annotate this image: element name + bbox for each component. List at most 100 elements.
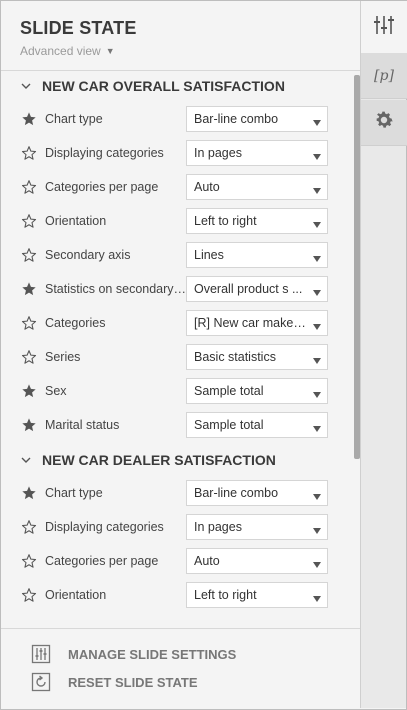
slide-state-panel: SLIDE STATE Advanced view ▼ NEW CAR OVER… — [1, 1, 360, 709]
setting-label: Categories per page — [45, 180, 159, 194]
section-title: NEW CAR OVERALL SATISFACTION — [42, 78, 285, 94]
dropdown-arrow-icon — [313, 285, 321, 299]
settings-tab[interactable] — [361, 100, 407, 146]
select-value: In pages — [194, 520, 242, 534]
section-title: NEW CAR DEALER SATISFACTION — [42, 452, 276, 468]
setting-select[interactable]: Sample total — [186, 378, 328, 404]
star-outline-icon[interactable] — [20, 314, 38, 332]
select-value: Overall product s ... — [194, 282, 303, 296]
setting-select[interactable]: Auto — [186, 548, 328, 574]
dropdown-arrow-icon — [313, 387, 321, 401]
setting-label: Orientation — [45, 588, 107, 602]
dropdown-arrow-icon — [313, 353, 321, 367]
manage-slide-settings-label: MANAGE SLIDE SETTINGS — [68, 646, 237, 662]
sliders-icon — [30, 643, 52, 665]
manage-slide-settings-button[interactable]: MANAGE SLIDE SETTINGS — [30, 643, 236, 665]
section-header-overall-satisfaction[interactable]: NEW CAR OVERALL SATISFACTION — [20, 78, 285, 94]
setting-label: Statistics on secondary ... — [45, 282, 187, 296]
sliders-icon — [373, 14, 395, 41]
dropdown-arrow-icon — [313, 591, 321, 605]
dropdown-arrow-icon — [313, 183, 321, 197]
star-outline-icon[interactable] — [20, 144, 38, 162]
slide-state-tab[interactable] — [361, 1, 407, 53]
setting-select[interactable]: In pages — [186, 514, 328, 540]
setting-select[interactable]: Bar-line combo — [186, 480, 328, 506]
star-outline-icon[interactable] — [20, 246, 38, 264]
setting-select[interactable]: Left to right — [186, 208, 328, 234]
select-value: Sample total — [194, 418, 264, 432]
right-toolbar: [p] — [360, 1, 407, 708]
panel-footer: MANAGE SLIDE SETTINGS RESET SLIDE STATE — [1, 629, 360, 709]
select-value: Left to right — [194, 214, 257, 228]
star-filled-icon[interactable] — [20, 382, 38, 400]
dropdown-arrow-icon — [313, 217, 321, 231]
chevron-down-icon — [20, 454, 32, 466]
setting-select[interactable]: Lines — [186, 242, 328, 268]
setting-label: Chart type — [45, 486, 103, 500]
setting-label: Categories — [45, 316, 106, 330]
setting-label: Displaying categories — [45, 520, 164, 534]
setting-label: Marital status — [45, 418, 120, 432]
star-outline-icon[interactable] — [20, 348, 38, 366]
setting-row: Categories per page Auto — [20, 548, 330, 574]
dropdown-arrow-icon — [313, 421, 321, 435]
setting-row: Orientation Left to right — [20, 208, 330, 234]
parameters-icon: [p] — [374, 67, 394, 84]
select-value: Lines — [194, 248, 224, 262]
star-filled-icon[interactable] — [20, 110, 38, 128]
star-filled-icon[interactable] — [20, 280, 38, 298]
setting-select[interactable]: [R] New car make ... — [186, 310, 328, 336]
reset-icon — [30, 671, 52, 693]
setting-select[interactable]: Bar-line combo — [186, 106, 328, 132]
setting-select[interactable]: Left to right — [186, 582, 328, 608]
dropdown-arrow-icon — [313, 557, 321, 571]
setting-row: Series Basic statistics — [20, 344, 330, 370]
section-header-dealer-satisfaction[interactable]: NEW CAR DEALER SATISFACTION — [20, 452, 276, 468]
setting-label: Displaying categories — [45, 146, 164, 160]
setting-label: Secondary axis — [45, 248, 131, 262]
panel-title: SLIDE STATE — [20, 18, 137, 38]
setting-select[interactable]: Sample total — [186, 412, 328, 438]
select-value: In pages — [194, 146, 242, 160]
gear-icon — [373, 109, 395, 136]
parameters-tab[interactable]: [p] — [361, 53, 407, 99]
dropdown-arrow-icon — [313, 319, 321, 333]
star-outline-icon[interactable] — [20, 552, 38, 570]
setting-row: Chart type Bar-line combo — [20, 106, 330, 132]
setting-row: Sex Sample total — [20, 378, 330, 404]
setting-select[interactable]: In pages — [186, 140, 328, 166]
setting-label: Chart type — [45, 112, 103, 126]
setting-row: Marital status Sample total — [20, 412, 330, 438]
star-outline-icon[interactable] — [20, 586, 38, 604]
chevron-down-icon — [20, 80, 32, 92]
dropdown-arrow-icon — [313, 251, 321, 265]
reset-slide-state-button[interactable]: RESET SLIDE STATE — [30, 671, 198, 693]
view-mode-dropdown[interactable]: Advanced view ▼ — [20, 44, 115, 58]
select-value: Left to right — [194, 588, 257, 602]
star-outline-icon[interactable] — [20, 518, 38, 536]
select-value: Basic statistics — [194, 350, 276, 364]
star-outline-icon[interactable] — [20, 178, 38, 196]
setting-row: Displaying categories In pages — [20, 514, 330, 540]
setting-select[interactable]: Basic statistics — [186, 344, 328, 370]
setting-select[interactable]: Overall product s ... — [186, 276, 328, 302]
reset-slide-state-label: RESET SLIDE STATE — [68, 674, 198, 690]
setting-row: Displaying categories In pages — [20, 140, 330, 166]
setting-label: Series — [45, 350, 81, 364]
select-value: Sample total — [194, 384, 264, 398]
select-value: Auto — [194, 180, 220, 194]
setting-row: Secondary axis Lines — [20, 242, 330, 268]
setting-row: Orientation Left to right — [20, 582, 330, 608]
select-value: Bar-line combo — [194, 112, 279, 126]
dropdown-arrow-icon — [313, 115, 321, 129]
star-filled-icon[interactable] — [20, 416, 38, 434]
star-outline-icon[interactable] — [20, 212, 38, 230]
star-filled-icon[interactable] — [20, 484, 38, 502]
header-divider — [1, 70, 360, 71]
dropdown-arrow-icon — [313, 149, 321, 163]
setting-select[interactable]: Auto — [186, 174, 328, 200]
setting-label: Categories per page — [45, 554, 159, 568]
settings-list[interactable]: NEW CAR OVERALL SATISFACTION Chart type … — [1, 72, 360, 627]
view-mode-label: Advanced view — [20, 44, 101, 58]
setting-label: Sex — [45, 384, 67, 398]
